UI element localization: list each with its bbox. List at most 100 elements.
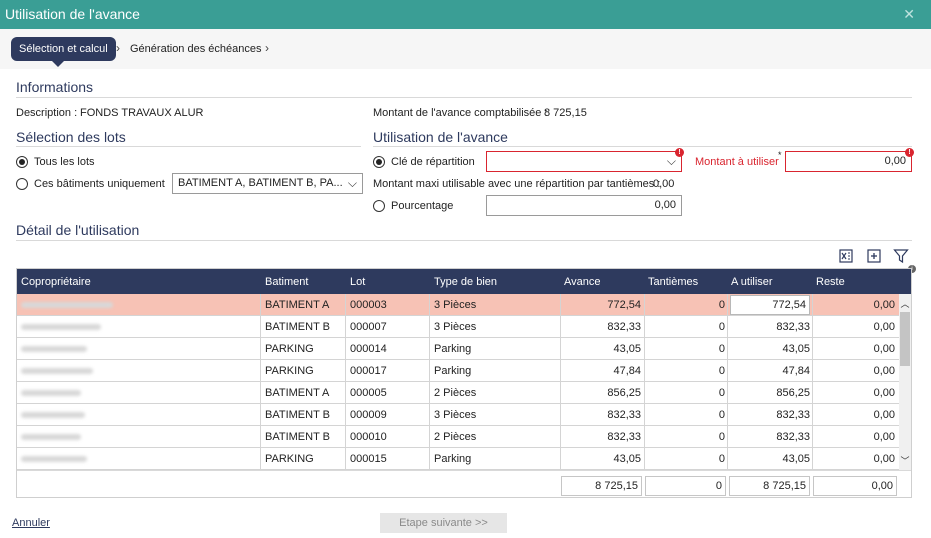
table-row[interactable]: PARKING 000015 Parking 43,05 0 43,05 0,0… (17, 448, 899, 470)
cell-type: 3 Pièces (434, 409, 477, 421)
description-value: FONDS TRAVAUX ALUR (80, 107, 204, 119)
cell-avance: 832,33 (607, 321, 641, 333)
chevron-right-icon: › (116, 41, 120, 55)
cell-reste: 0,00 (873, 321, 895, 333)
add-icon[interactable] (866, 248, 882, 264)
close-icon[interactable]: ✕ (903, 6, 915, 23)
grid-scrollbar[interactable]: ︿ ﹀ (899, 294, 911, 470)
cell-utiliser-input[interactable]: 772,54 (730, 295, 810, 315)
next-step-button[interactable]: Etape suivante >> (380, 513, 507, 533)
total-tantiemes: 0 (645, 476, 726, 496)
montant-utiliser-input[interactable]: 0,00 (785, 151, 912, 172)
cell-reste: 0,00 (873, 453, 895, 465)
chevron-down-icon: ⌵ (347, 176, 357, 190)
cell-utiliser[interactable]: 832,33 (776, 404, 810, 426)
total-avance: 8 725,15 (561, 476, 642, 496)
cell-batiment: PARKING (265, 343, 314, 355)
col-header-tantiemes[interactable]: Tantièmes (648, 276, 698, 288)
cell-lot: 000003 (350, 299, 387, 311)
col-header-batiment[interactable]: Batiment (265, 276, 308, 288)
cell-batiment: BATIMENT B (265, 321, 330, 333)
cell-lot: 000005 (350, 387, 387, 399)
total-utiliser: 8 725,15 (729, 476, 810, 496)
owner-redacted (21, 390, 81, 396)
required-marker: * (778, 150, 782, 160)
excel-export-icon[interactable] (838, 248, 854, 264)
montant-avance-value: 8 725,15 (544, 107, 587, 119)
col-header-lot[interactable]: Lot (350, 276, 365, 288)
cell-avance: 856,25 (607, 387, 641, 399)
informations-title: Informations (16, 79, 94, 95)
table-row[interactable]: BATIMENT A 000005 2 Pièces 856,25 0 856,… (17, 382, 899, 404)
col-header-reste[interactable]: Reste (816, 276, 845, 288)
radio-cle-repartition[interactable] (373, 156, 385, 168)
chevron-down-icon: ⌵ (666, 154, 676, 168)
col-header-utiliser[interactable]: A utiliser (731, 276, 773, 288)
cell-type: 3 Pièces (434, 321, 477, 333)
owner-redacted (21, 434, 81, 440)
radio-tous-les-lots[interactable] (16, 156, 28, 168)
owner-redacted (21, 346, 87, 352)
cell-tantiemes: 0 (718, 365, 725, 377)
table-row[interactable]: PARKING 000017 Parking 47,84 0 47,84 0,0… (17, 360, 899, 382)
table-row[interactable]: BATIMENT B 000010 2 Pièces 832,33 0 832,… (17, 426, 899, 448)
owner-redacted (21, 324, 101, 330)
cell-lot: 000015 (350, 453, 387, 465)
cell-type: 2 Pièces (434, 431, 477, 443)
cell-type: Parking (434, 453, 472, 465)
cell-tantiemes: 0 (718, 409, 725, 421)
cell-avance: 832,33 (607, 431, 641, 443)
cell-utiliser[interactable]: 856,25 (776, 382, 810, 404)
scroll-up-icon[interactable]: ︿ (900, 297, 910, 310)
cle-repartition-label: Clé de répartition (391, 156, 475, 168)
cell-batiment: BATIMENT A (265, 387, 330, 399)
owner-redacted (21, 368, 93, 374)
montant-utiliser-label: Montant à utiliser (695, 156, 779, 168)
cell-utiliser[interactable]: 43,05 (782, 448, 810, 470)
cell-lot: 000017 (350, 365, 387, 377)
window-title: Utilisation de l'avance (5, 6, 140, 22)
owner-redacted (21, 302, 113, 308)
cell-batiment: BATIMENT B (265, 431, 330, 443)
divider (16, 97, 912, 98)
cell-reste: 0,00 (873, 365, 895, 377)
cell-lot: 000014 (350, 343, 387, 355)
col-header-type[interactable]: Type de bien (434, 276, 497, 288)
cell-type: Parking (434, 343, 472, 355)
radio-pourcentage[interactable] (373, 200, 385, 212)
cell-tantiemes: 0 (718, 299, 725, 311)
scroll-down-icon[interactable]: ﹀ (900, 454, 910, 467)
cell-reste: 0,00 (873, 343, 895, 355)
cell-utiliser[interactable]: 47,84 (782, 360, 810, 382)
col-header-coproprietaire[interactable]: Copropriétaire (21, 276, 91, 288)
batiments-select[interactable]: BATIMENT A, BATIMENT B, PA... ⌵ (172, 173, 363, 194)
cell-utiliser[interactable]: 832,33 (776, 426, 810, 448)
utilisation-title: Utilisation de l'avance (373, 129, 508, 145)
pourcentage-input[interactable]: 0,00 (486, 195, 682, 216)
cle-repartition-select[interactable]: ⌵ (486, 151, 682, 172)
step-selection-calcul[interactable]: Sélection et calcul (11, 37, 116, 67)
cell-type: 3 Pièces (434, 299, 477, 311)
cancel-link[interactable]: Annuler (12, 517, 50, 529)
filter-icon[interactable] (893, 248, 909, 264)
radio-batiments-uniquement[interactable] (16, 178, 28, 190)
cell-utiliser[interactable]: 43,05 (782, 338, 810, 360)
grid-header: Copropriétaire Batiment Lot Type de bien… (17, 269, 911, 294)
cell-type: Parking (434, 365, 472, 377)
cell-reste: 0,00 (873, 431, 895, 443)
cell-lot: 000007 (350, 321, 387, 333)
table-row[interactable]: BATIMENT B 000009 3 Pièces 832,33 0 832,… (17, 404, 899, 426)
cell-reste: 0,00 (873, 299, 895, 311)
table-row[interactable]: BATIMENT B 000007 3 Pièces 832,33 0 832,… (17, 316, 899, 338)
col-header-avance[interactable]: Avance (564, 276, 601, 288)
table-row[interactable]: BATIMENT A 000003 3 Pièces 772,54 0 772,… (17, 294, 899, 316)
cell-avance: 47,84 (613, 365, 641, 377)
scrollbar-thumb[interactable] (900, 312, 910, 366)
table-row[interactable]: PARKING 000014 Parking 43,05 0 43,05 0,0… (17, 338, 899, 360)
cell-reste: 0,00 (873, 409, 895, 421)
step-generation-echeances[interactable]: Génération des échéances (130, 43, 261, 55)
cell-avance: 832,33 (607, 409, 641, 421)
cell-utiliser[interactable]: 832,33 (776, 316, 810, 338)
cell-lot: 000010 (350, 431, 387, 443)
cell-tantiemes: 0 (718, 453, 725, 465)
